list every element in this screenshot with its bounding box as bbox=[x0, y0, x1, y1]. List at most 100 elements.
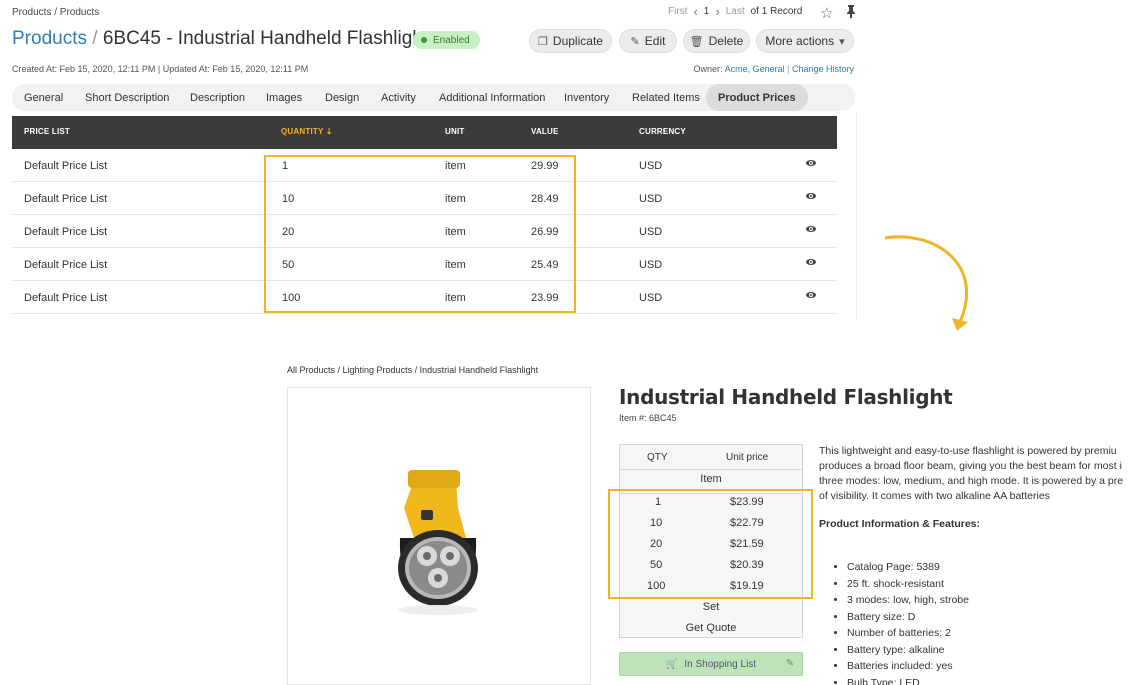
product-title: Industrial Handheld Flashlight bbox=[619, 385, 953, 409]
cart-icon: 🛒 bbox=[665, 658, 679, 670]
owner-link[interactable]: Acme, General bbox=[725, 64, 785, 74]
eye-icon[interactable] bbox=[806, 193, 816, 199]
cell-price-list: Default Price List bbox=[24, 160, 108, 172]
change-history-link[interactable]: Change History bbox=[792, 64, 854, 74]
pencil-icon[interactable]: ✎ bbox=[786, 658, 794, 669]
price-grid-header: PRICE LIST QUANTITY ⇣ UNIT VALUE CURRENC… bbox=[12, 116, 837, 149]
tab-design[interactable]: Design bbox=[325, 84, 359, 111]
tab-short-description[interactable]: Short Description bbox=[85, 84, 169, 111]
tab-inventory[interactable]: Inventory bbox=[564, 84, 609, 111]
unit-price-header: Unit price bbox=[726, 452, 769, 463]
page-title-separator: / bbox=[92, 28, 98, 49]
description-line: three modes: low, medium, and high mode.… bbox=[819, 475, 1124, 487]
cell-currency: USD bbox=[639, 292, 663, 304]
col-quantity-label: QUANTITY bbox=[281, 127, 324, 136]
copy-icon: ❐ bbox=[538, 35, 548, 48]
delete-button[interactable]: 🗑 Delete bbox=[683, 29, 750, 53]
highlight-box-admin bbox=[264, 155, 576, 313]
cell-currency: USD bbox=[639, 160, 663, 172]
features-heading: Product Information & Features: bbox=[819, 518, 981, 530]
edit-label: Edit bbox=[644, 34, 666, 48]
qty-header: QTY bbox=[647, 452, 668, 463]
flashlight-image bbox=[398, 470, 478, 615]
list-item: Number of batteries: 2 bbox=[847, 626, 969, 643]
status-label: Enabled bbox=[433, 34, 470, 46]
list-item: 25 ft. shock-resistant bbox=[847, 577, 969, 594]
cell-price-list: Default Price List bbox=[24, 292, 108, 304]
list-item: Batteries included: yes bbox=[847, 659, 969, 676]
duplicate-button[interactable]: ❐ Duplicate bbox=[529, 29, 612, 53]
tab-related-items[interactable]: Related Items bbox=[632, 84, 700, 111]
tab-general[interactable]: General bbox=[24, 84, 63, 111]
status-dot-icon bbox=[421, 37, 427, 43]
eye-icon[interactable] bbox=[806, 292, 816, 298]
more-actions-button[interactable]: More actions ▾ bbox=[756, 29, 854, 53]
trash-icon: 🗑 bbox=[689, 35, 704, 48]
star-icon[interactable]: ☆ bbox=[820, 4, 833, 22]
tab-bar: General Short Description Description Im… bbox=[12, 84, 855, 111]
list-item: Battery type: alkaline bbox=[847, 643, 969, 660]
cell-currency: USD bbox=[639, 259, 663, 271]
page-title: Products / 6BC45 - Industrial Handheld F… bbox=[12, 28, 428, 50]
chevron-left-icon[interactable]: ‹ bbox=[693, 5, 697, 18]
divider bbox=[856, 113, 857, 320]
list-item: Battery size: D bbox=[847, 610, 969, 627]
owner-info: Owner: Acme, General | Change History bbox=[693, 64, 854, 74]
edit-button[interactable]: ✎ Edit bbox=[619, 29, 677, 53]
tab-additional-information[interactable]: Additional Information bbox=[439, 84, 545, 111]
cell-price-list: Default Price List bbox=[24, 226, 108, 238]
tab-description[interactable]: Description bbox=[190, 84, 245, 111]
owner-label: Owner: bbox=[693, 64, 723, 74]
eye-icon[interactable] bbox=[806, 160, 816, 166]
col-value[interactable]: VALUE bbox=[531, 127, 559, 136]
col-quantity[interactable]: QUANTITY ⇣ bbox=[281, 127, 333, 136]
pager-page: 1 bbox=[703, 6, 710, 17]
storefront-breadcrumb[interactable]: All Products / Lighting Products / Indus… bbox=[287, 365, 538, 375]
tab-images[interactable]: Images bbox=[266, 84, 302, 111]
pager-last[interactable]: Last bbox=[726, 6, 745, 17]
highlight-box-storefront bbox=[608, 489, 813, 599]
in-shopping-list-button[interactable]: 🛒 In Shopping List ✎ bbox=[619, 652, 803, 676]
timestamps: Created At: Feb 15, 2020, 12:11 PM | Upd… bbox=[12, 64, 309, 74]
col-currency[interactable]: CURRENCY bbox=[639, 127, 686, 136]
caret-down-icon: ▾ bbox=[839, 35, 845, 48]
more-actions-label: More actions bbox=[765, 34, 835, 48]
cell-currency: USD bbox=[639, 193, 663, 205]
sort-arrow-icon: ⇣ bbox=[325, 127, 333, 136]
duplicate-label: Duplicate bbox=[552, 34, 603, 48]
price-table-header: QTY Unit price bbox=[620, 445, 802, 470]
curved-arrow-icon bbox=[884, 235, 968, 331]
pin-icon[interactable] bbox=[846, 5, 856, 21]
col-price-list[interactable]: PRICE LIST bbox=[24, 127, 70, 136]
list-item: 3 modes: low, high, strobe bbox=[847, 593, 969, 610]
in-shopping-list-label: In Shopping List bbox=[684, 658, 757, 670]
chevron-right-icon[interactable]: › bbox=[715, 5, 719, 18]
tab-activity[interactable]: Activity bbox=[381, 84, 416, 111]
description-line: produces a broad floor beam, giving you … bbox=[819, 460, 1122, 472]
page-title-link[interactable]: Products bbox=[12, 28, 87, 49]
breadcrumb[interactable]: Products / Products bbox=[12, 7, 99, 18]
pager-count: of 1 Record bbox=[750, 6, 803, 17]
delete-label: Delete bbox=[708, 34, 744, 48]
item-number: Item #: 6BC45 bbox=[619, 413, 677, 423]
get-quote-link[interactable]: Get Quote bbox=[620, 622, 802, 634]
cell-price-list: Default Price List bbox=[24, 193, 108, 205]
eye-icon[interactable] bbox=[806, 226, 816, 232]
record-pager: First ‹ 1 › Last of 1 Record bbox=[668, 5, 803, 18]
list-item: Bulb Type: LED bbox=[847, 676, 969, 685]
product-image[interactable] bbox=[287, 387, 591, 685]
status-badge: Enabled bbox=[413, 31, 480, 49]
features-list: Catalog Page: 5389 25 ft. shock-resistan… bbox=[835, 560, 969, 685]
col-unit[interactable]: UNIT bbox=[445, 127, 464, 136]
description-line: of visibility. It comes with two alkalin… bbox=[819, 490, 1050, 502]
edit-icon: ✎ bbox=[630, 35, 640, 48]
tab-product-prices[interactable]: Product Prices bbox=[706, 84, 808, 111]
pager-first[interactable]: First bbox=[668, 6, 687, 17]
page-title-text: 6BC45 - Industrial Handheld Flashlight bbox=[102, 28, 429, 49]
cell-price-list: Default Price List bbox=[24, 259, 108, 271]
unit-set-label: Set bbox=[702, 601, 720, 613]
product-description: This lightweight and easy-to-use flashli… bbox=[819, 444, 1130, 504]
list-item: Catalog Page: 5389 bbox=[847, 560, 969, 577]
description-line: This lightweight and easy-to-use flashli… bbox=[819, 445, 1117, 457]
eye-icon[interactable] bbox=[806, 259, 816, 265]
